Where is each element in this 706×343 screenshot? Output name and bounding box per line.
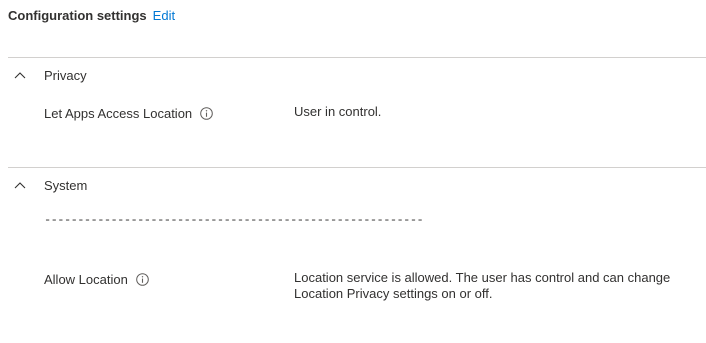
page-title: Configuration settings xyxy=(8,8,147,23)
section-divider xyxy=(8,57,706,58)
section-toggle-privacy[interactable]: Privacy xyxy=(14,66,87,84)
section-divider xyxy=(8,167,706,168)
info-icon[interactable] xyxy=(136,273,149,286)
setting-label-text: Allow Location xyxy=(44,272,128,287)
setting-value-allow-location: Location service is allowed. The user ha… xyxy=(294,270,671,301)
chevron-up-icon xyxy=(14,176,36,194)
setting-label-allow-location: Allow Location xyxy=(44,272,149,287)
setting-value-let-apps-access-location: User in control. xyxy=(294,104,382,119)
edit-link[interactable]: Edit xyxy=(153,8,175,23)
setting-label-let-apps-access-location: Let Apps Access Location xyxy=(44,106,213,121)
info-icon[interactable] xyxy=(200,107,213,120)
config-settings-header: Configuration settings Edit xyxy=(8,8,175,26)
section-title-system: System xyxy=(44,177,88,193)
section-toggle-system[interactable]: System xyxy=(14,176,87,194)
dashed-separator: ----------------------------------------… xyxy=(44,213,424,227)
setting-label-text: Let Apps Access Location xyxy=(44,106,193,121)
section-title-privacy: Privacy xyxy=(44,67,87,83)
chevron-up-icon xyxy=(14,66,36,84)
